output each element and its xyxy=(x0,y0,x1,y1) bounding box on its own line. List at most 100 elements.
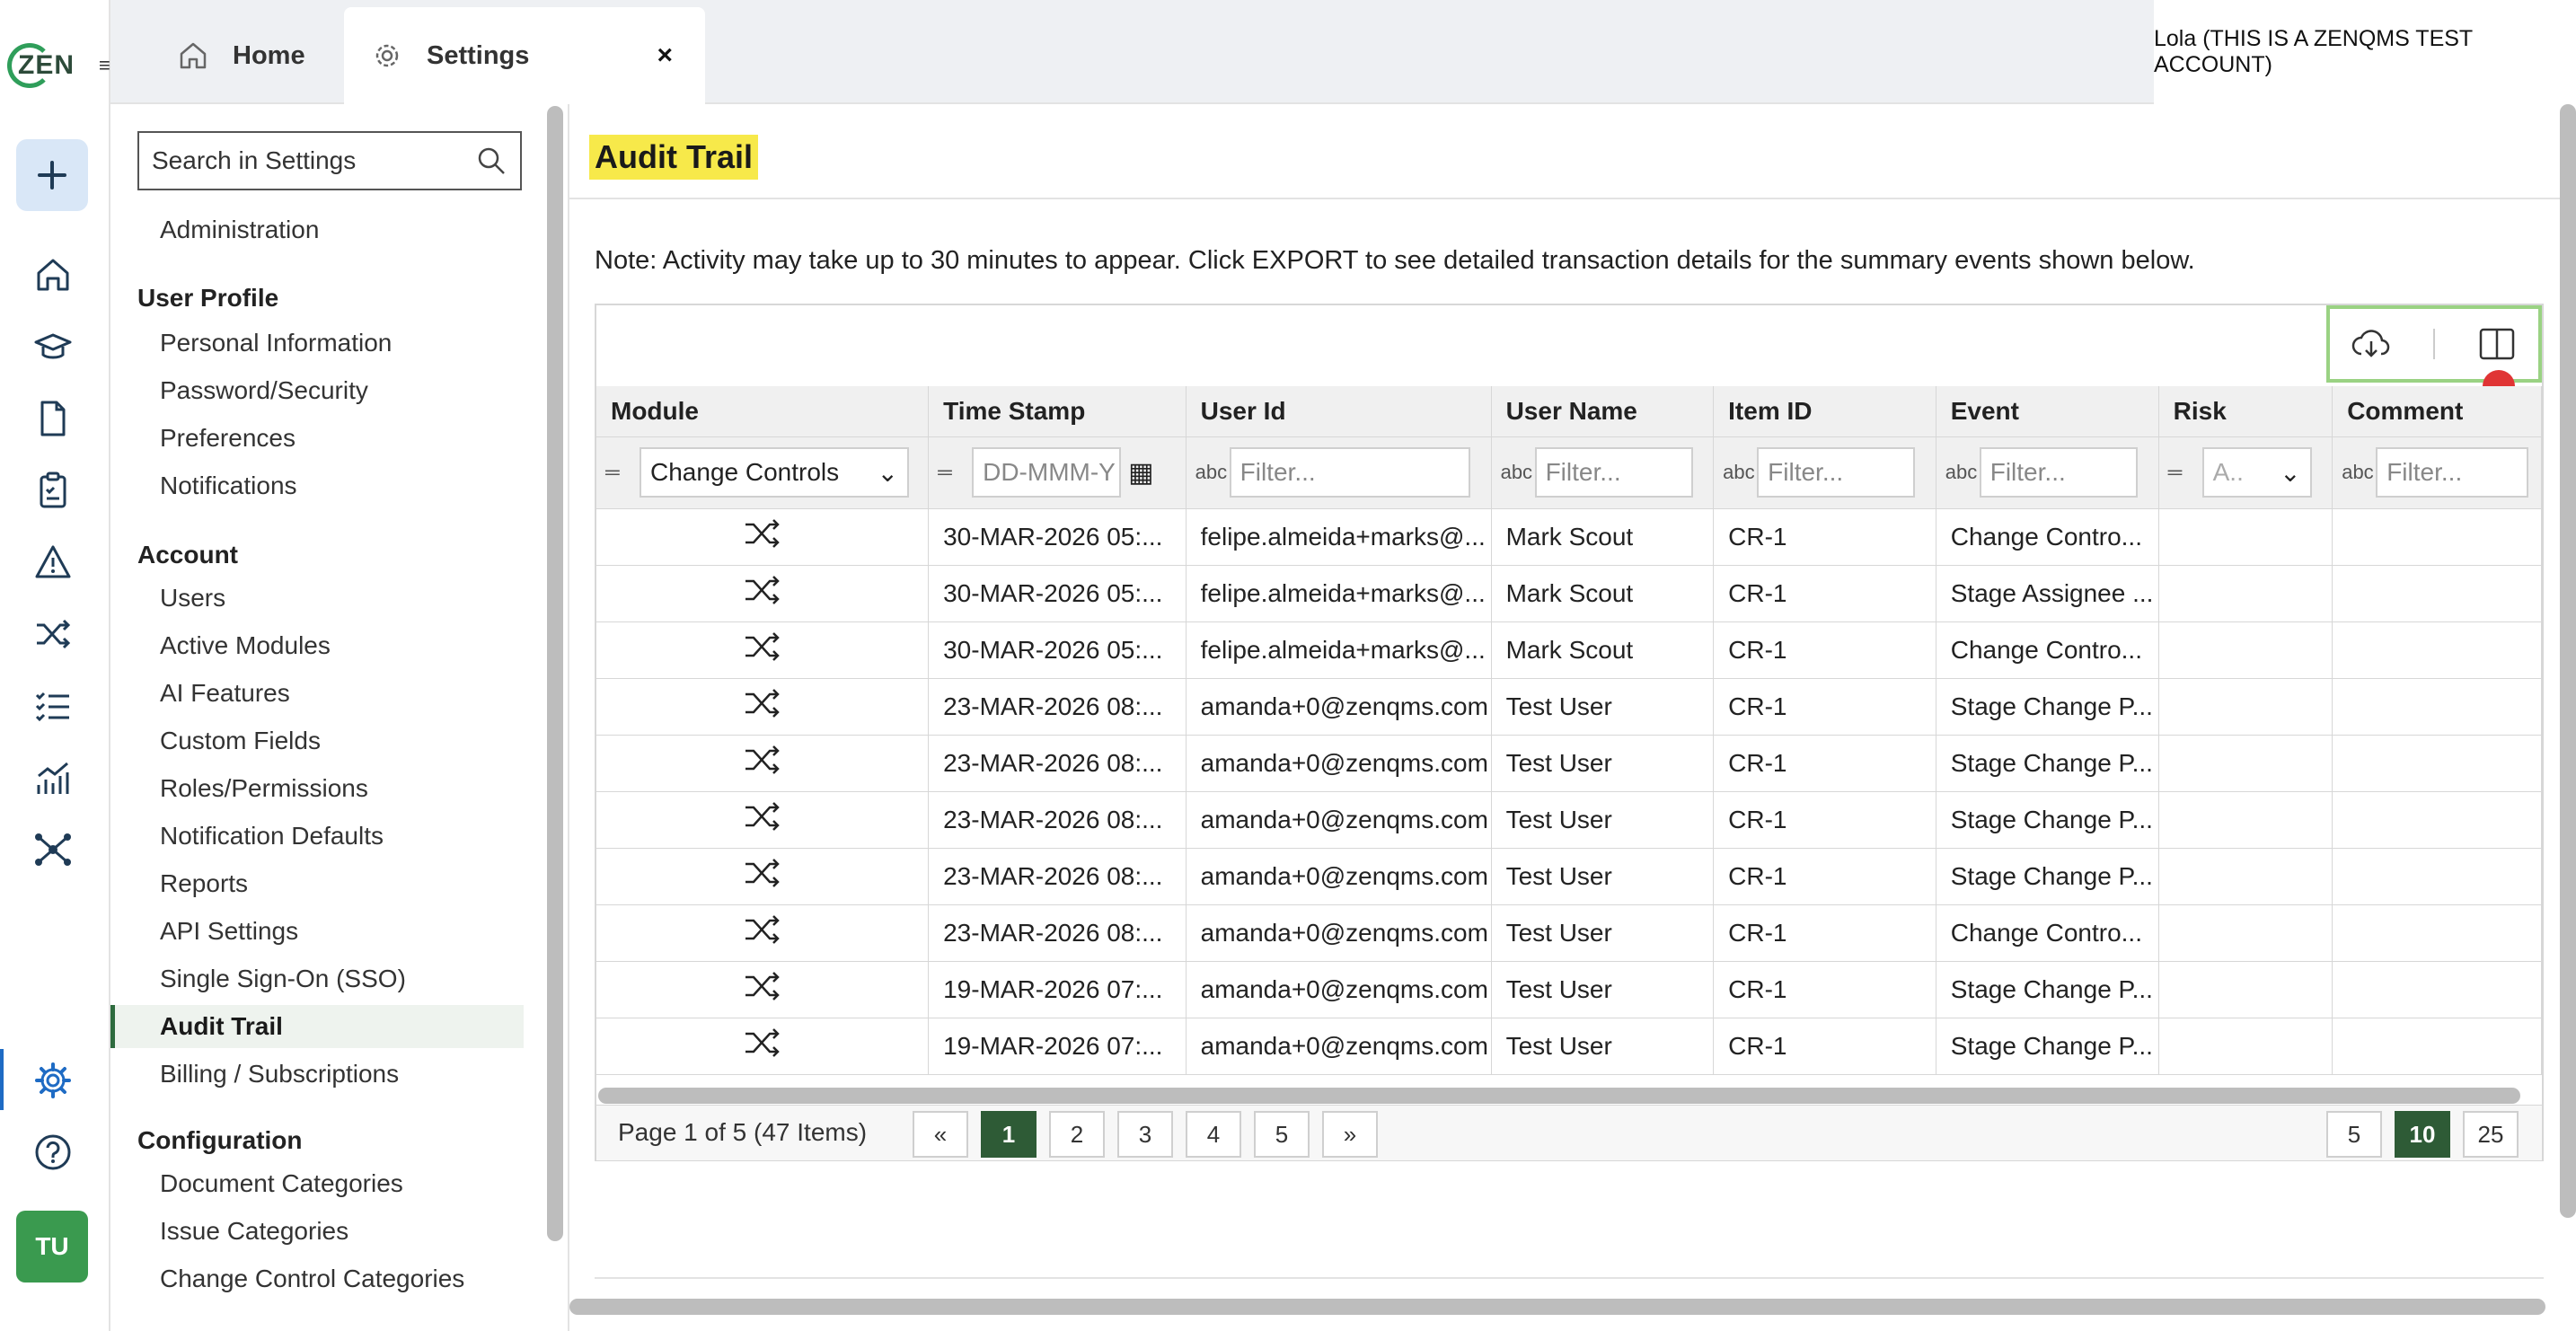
pager-next-button[interactable]: » xyxy=(1322,1111,1378,1158)
settings-search-input[interactable]: Search in Settings xyxy=(137,131,522,190)
sidebar-item-reports[interactable]: Reports xyxy=(110,862,524,905)
page-size-10[interactable]: 10 xyxy=(2395,1111,2450,1158)
sidebar-item-preferences[interactable]: Preferences xyxy=(110,417,524,460)
help-icon[interactable] xyxy=(32,1132,74,1173)
text-filter-icon[interactable]: abc xyxy=(1723,461,1754,484)
grid-horizontal-scrollbar[interactable] xyxy=(598,1088,2520,1104)
module-filter-select[interactable]: Change Controls ⌄ xyxy=(640,447,909,498)
pager-page-4[interactable]: 4 xyxy=(1186,1111,1241,1158)
col-item-id[interactable]: Item ID xyxy=(1713,386,1936,437)
sidebar-item-users[interactable]: Users xyxy=(110,577,524,620)
main-vertical-scrollbar[interactable] xyxy=(2560,104,2576,1218)
col-event[interactable]: Event xyxy=(1936,386,2159,437)
tab-home[interactable]: Home xyxy=(177,7,305,104)
chevron-down-icon: ⌄ xyxy=(2280,458,2301,487)
col-comment[interactable]: Comment xyxy=(2332,386,2542,437)
module-cell xyxy=(596,961,930,1018)
event-filter-input[interactable]: Filter... xyxy=(1979,447,2138,498)
columns-icon[interactable] xyxy=(2476,323,2518,365)
text-filter-icon[interactable]: abc xyxy=(1195,461,1227,484)
pager-page-1[interactable]: 1 xyxy=(981,1111,1037,1158)
table-row[interactable]: 30-MAR-2026 05:... felipe.almeida+marks@.… xyxy=(596,508,2542,566)
zen-logo[interactable]: ZEN xyxy=(7,40,77,90)
user-name-filter-input[interactable]: Filter... xyxy=(1534,447,1693,498)
table-row[interactable]: 23-MAR-2026 08:... amanda+0@zenqms.com Tes… xyxy=(596,904,2542,962)
gear-icon[interactable] xyxy=(32,1060,74,1101)
table-row[interactable]: 23-MAR-2026 08:... amanda+0@zenqms.com Tes… xyxy=(596,791,2542,849)
sidebar-item-sso[interactable]: Single Sign-On (SSO) xyxy=(110,957,524,1000)
sidebar-item-notifications[interactable]: Notifications xyxy=(110,464,524,507)
sidebar-scrollbar[interactable] xyxy=(547,106,563,1241)
close-tab-button[interactable]: × xyxy=(657,40,673,71)
equals-icon[interactable]: ═ xyxy=(605,461,632,484)
equals-icon[interactable]: ═ xyxy=(2168,461,2195,484)
chart-icon[interactable] xyxy=(32,757,74,798)
table-row[interactable]: 19-MAR-2026 07:... amanda+0@zenqms.com Tes… xyxy=(596,961,2542,1018)
sidebar-item-audit-trail[interactable]: Audit Trail xyxy=(110,1005,524,1048)
sidebar-item-document-categories[interactable]: Document Categories xyxy=(110,1162,524,1205)
warning-icon[interactable] xyxy=(32,542,74,583)
item-id-cell: CR-1 xyxy=(1713,735,1936,792)
col-timestamp[interactable]: Time Stamp xyxy=(928,386,1187,437)
pager-prev-button[interactable]: « xyxy=(913,1111,968,1158)
timestamp-filter-input[interactable]: DD-MMM-Y xyxy=(972,447,1122,498)
item-id-filter-input[interactable]: Filter... xyxy=(1757,447,1916,498)
col-user-name[interactable]: User Name xyxy=(1491,386,1715,437)
comment-filter-input[interactable]: Filter... xyxy=(2376,447,2529,498)
graduation-cap-icon[interactable] xyxy=(32,326,74,367)
sidebar-item-custom-fields[interactable]: Custom Fields xyxy=(110,719,524,762)
sidebar-item-roles-permissions[interactable]: Roles/Permissions xyxy=(110,767,524,810)
table-row[interactable]: 23-MAR-2026 08:... amanda+0@zenqms.com Tes… xyxy=(596,848,2542,905)
shuffle-icon xyxy=(742,689,783,729)
table-row[interactable]: 19-MAR-2026 07:... amanda+0@zenqms.com Tes… xyxy=(596,1018,2542,1075)
sidebar-item-personal-information[interactable]: Personal Information xyxy=(110,322,524,365)
sidebar-item-password-security[interactable]: Password/Security xyxy=(110,369,524,412)
module-cell xyxy=(596,1018,930,1075)
col-module[interactable]: Module xyxy=(596,386,930,437)
table-row[interactable]: 23-MAR-2026 08:... amanda+0@zenqms.com Tes… xyxy=(596,735,2542,792)
home-icon[interactable] xyxy=(32,254,74,295)
user-avatar[interactable]: TU xyxy=(16,1211,88,1283)
module-cell xyxy=(596,565,930,622)
table-row[interactable]: 30-MAR-2026 05:... felipe.almeida+marks@.… xyxy=(596,621,2542,679)
risk-filter-select[interactable]: A.. ⌄ xyxy=(2201,447,2312,498)
sidebar-item-administration[interactable]: Administration xyxy=(110,208,524,251)
pager-page-5[interactable]: 5 xyxy=(1254,1111,1310,1158)
tab-settings[interactable]: Settings × xyxy=(344,7,705,104)
pager-page-3[interactable]: 3 xyxy=(1117,1111,1173,1158)
clipboard-icon[interactable] xyxy=(32,470,74,511)
sidebar-item-ai-features[interactable]: AI Features xyxy=(110,672,524,715)
col-user-id[interactable]: User Id xyxy=(1186,386,1492,437)
sidebar-item-change-control-categories[interactable]: Change Control Categories xyxy=(110,1257,524,1300)
page-size-25[interactable]: 25 xyxy=(2463,1111,2519,1158)
sidebar-item-notification-defaults[interactable]: Notification Defaults xyxy=(110,815,524,858)
search-icon[interactable] xyxy=(475,145,507,177)
item-id-cell: CR-1 xyxy=(1713,678,1936,736)
create-new-button[interactable] xyxy=(16,139,88,211)
text-filter-icon[interactable]: abc xyxy=(1501,461,1532,484)
equals-icon[interactable]: ═ xyxy=(938,461,965,484)
calendar-icon[interactable]: ▦ xyxy=(1128,457,1153,489)
module-cell xyxy=(596,791,930,849)
text-filter-icon[interactable]: abc xyxy=(2342,461,2373,484)
pager-page-2[interactable]: 2 xyxy=(1049,1111,1105,1158)
sidebar-item-api-settings[interactable]: API Settings xyxy=(110,910,524,953)
user-id-filter-input[interactable]: Filter... xyxy=(1229,447,1470,498)
sidebar-item-active-modules[interactable]: Active Modules xyxy=(110,624,524,667)
section-user-profile: User Profile xyxy=(137,284,279,312)
module-filter-value: Change Controls xyxy=(650,458,840,486)
document-icon[interactable] xyxy=(32,398,74,439)
sidebar-item-issue-categories[interactable]: Issue Categories xyxy=(110,1210,524,1253)
table-row[interactable]: 30-MAR-2026 05:... felipe.almeida+marks@.… xyxy=(596,565,2542,622)
table-row[interactable]: 23-MAR-2026 08:... amanda+0@zenqms.com Tes… xyxy=(596,678,2542,736)
text-filter-icon[interactable]: abc xyxy=(1945,461,1977,484)
cloud-download-icon[interactable] xyxy=(2351,323,2392,365)
network-icon[interactable] xyxy=(32,829,74,870)
checklist-icon[interactable] xyxy=(32,685,74,727)
main-horizontal-scrollbar[interactable] xyxy=(569,1299,2545,1315)
shuffle-icon[interactable] xyxy=(32,613,74,655)
user-name-cell: Test User xyxy=(1491,678,1715,736)
col-risk[interactable]: Risk xyxy=(2158,386,2333,437)
sidebar-item-billing[interactable]: Billing / Subscriptions xyxy=(110,1053,524,1096)
page-size-5[interactable]: 5 xyxy=(2326,1111,2382,1158)
